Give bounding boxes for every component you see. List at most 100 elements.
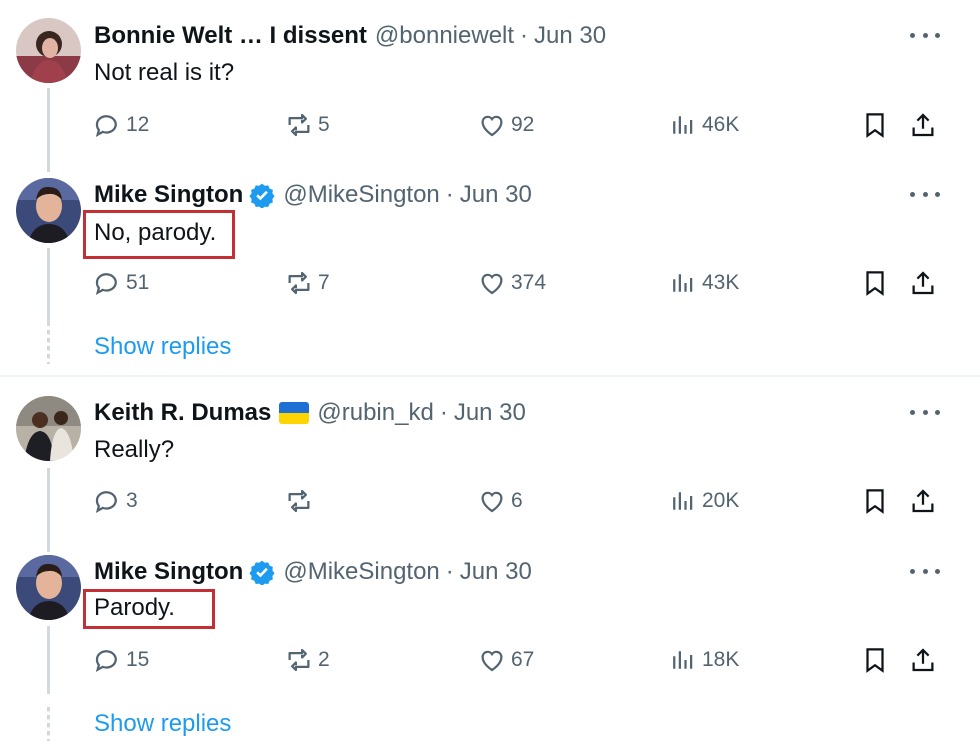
tweet-text: Not real is it? (94, 59, 235, 86)
reply-button[interactable]: 12 (92, 108, 149, 142)
tweet-mike-sington-1[interactable]: Mike Sington @MikeSington · Jun 30 No, p… (0, 170, 980, 326)
retweet-button[interactable]: 7 (284, 266, 330, 300)
analytics-icon (673, 651, 693, 669)
author-name[interactable]: Mike Sington (94, 558, 243, 586)
like-count: 6 (511, 489, 523, 512)
reply-icon (95, 491, 117, 514)
heart-icon (481, 273, 503, 295)
heart-icon (481, 650, 503, 672)
like-button[interactable]: 92 (477, 108, 534, 142)
tweet-actions: 12 5 92 46K (0, 108, 980, 142)
retweet-button[interactable] (284, 484, 318, 518)
analytics-icon (673, 116, 693, 134)
show-replies-link[interactable]: Show replies (94, 710, 231, 738)
analytics-icon (673, 492, 693, 510)
show-replies-link[interactable]: Show replies (94, 333, 231, 361)
bookmark-button[interactable] (860, 484, 890, 518)
ukraine-flag-icon (279, 402, 310, 424)
author-name[interactable]: Mike Sington (94, 181, 243, 209)
separator-dot: · (520, 22, 529, 49)
retweet-count: 5 (318, 113, 330, 136)
tweet-date[interactable]: Jun 30 (454, 399, 526, 427)
heart-icon (481, 491, 503, 513)
retweet-button[interactable]: 5 (284, 108, 330, 142)
retweet-icon (288, 113, 310, 137)
retweet-button[interactable]: 2 (284, 643, 330, 677)
share-button[interactable] (908, 266, 938, 300)
reply-button[interactable]: 15 (92, 643, 149, 677)
like-button[interactable]: 67 (477, 643, 534, 677)
bookmark-button[interactable] (860, 108, 890, 142)
author-handle[interactable]: @bonniewelt (375, 22, 514, 50)
heart-icon (481, 115, 503, 137)
reply-button[interactable]: 51 (92, 266, 149, 300)
like-count: 92 (511, 113, 535, 136)
view-count: 43K (702, 271, 740, 294)
views-button[interactable]: 46K (668, 108, 739, 142)
tweet-text: Really? (94, 436, 175, 463)
thread-dotted-line (47, 707, 50, 741)
tweet-header: Keith R. Dumas @rubin_kd · Jun 30 (94, 398, 526, 428)
tweet-date[interactable]: Jun 30 (460, 558, 532, 586)
more-options-icon[interactable] (910, 397, 940, 427)
tweet-mike-sington-2[interactable]: Mike Sington @MikeSington · Jun 30 Parod… (0, 549, 980, 699)
reply-icon (95, 115, 117, 138)
tweet-date[interactable]: Jun 30 (460, 181, 532, 209)
bookmark-button[interactable] (860, 266, 890, 300)
tweet-text: Parody. (94, 594, 175, 621)
separator-dot: · (445, 181, 454, 208)
retweet-count: 7 (318, 271, 330, 294)
author-handle[interactable]: @MikeSington (283, 181, 439, 209)
avatar[interactable] (16, 18, 81, 83)
retweet-count: 2 (318, 648, 330, 671)
reply-icon (95, 650, 117, 673)
reply-icon (95, 273, 117, 296)
share-icon (912, 271, 934, 295)
bookmark-icon (866, 113, 884, 138)
avatar[interactable] (16, 178, 81, 243)
author-handle[interactable]: @MikeSington (283, 558, 439, 586)
like-button[interactable]: 374 (477, 266, 546, 300)
tweet-header: Bonnie Welt … I dissent @bonniewelt · Ju… (94, 21, 606, 51)
separator-dot: · (439, 399, 448, 426)
more-options-icon[interactable] (910, 179, 940, 209)
separator-dot: · (445, 558, 454, 585)
share-button[interactable] (908, 643, 938, 677)
author-name[interactable]: Keith R. Dumas (94, 399, 271, 427)
share-button[interactable] (908, 108, 938, 142)
tweet-header: Mike Sington @MikeSington · Jun 30 (94, 180, 532, 210)
reply-count: 3 (126, 489, 138, 512)
bookmark-button[interactable] (860, 643, 890, 677)
thread-2: Keith R. Dumas @rubin_kd · Jun 30 Really… (0, 377, 980, 747)
retweet-icon (288, 648, 310, 672)
verified-badge-icon (249, 559, 275, 586)
share-button[interactable] (908, 484, 938, 518)
author-name[interactable]: Bonnie Welt … I dissent (94, 22, 367, 50)
like-count: 374 (511, 271, 547, 294)
retweet-icon (288, 271, 310, 295)
more-options-icon[interactable] (910, 556, 940, 586)
share-icon (912, 113, 934, 137)
reply-button[interactable]: 3 (92, 484, 138, 518)
tweet-bonnie-welt[interactable]: Bonnie Welt … I dissent @bonniewelt · Ju… (0, 0, 980, 172)
tweet-keith-dumas[interactable]: Keith R. Dumas @rubin_kd · Jun 30 Really… (0, 377, 980, 552)
thread-dotted-line (47, 330, 50, 364)
tweet-actions: 51 7 374 43K (0, 266, 980, 300)
views-button[interactable]: 20K (668, 484, 739, 518)
thread-1: Bonnie Welt … I dissent @bonniewelt · Ju… (0, 0, 980, 376)
views-button[interactable]: 43K (668, 266, 739, 300)
more-options-icon[interactable] (910, 20, 940, 50)
like-button[interactable]: 6 (477, 484, 523, 518)
share-icon (912, 648, 934, 672)
share-icon (912, 489, 934, 513)
tweet-actions: 15 2 67 18K (0, 643, 980, 677)
author-handle[interactable]: @rubin_kd (317, 399, 433, 427)
tweet-date[interactable]: Jun 30 (534, 22, 606, 50)
bookmark-icon (866, 648, 884, 673)
analytics-icon (673, 274, 693, 292)
avatar[interactable] (16, 396, 81, 461)
tweet-header: Mike Sington @MikeSington · Jun 30 (94, 557, 532, 587)
reply-count: 15 (126, 648, 150, 671)
avatar[interactable] (16, 555, 81, 620)
views-button[interactable]: 18K (668, 643, 739, 677)
